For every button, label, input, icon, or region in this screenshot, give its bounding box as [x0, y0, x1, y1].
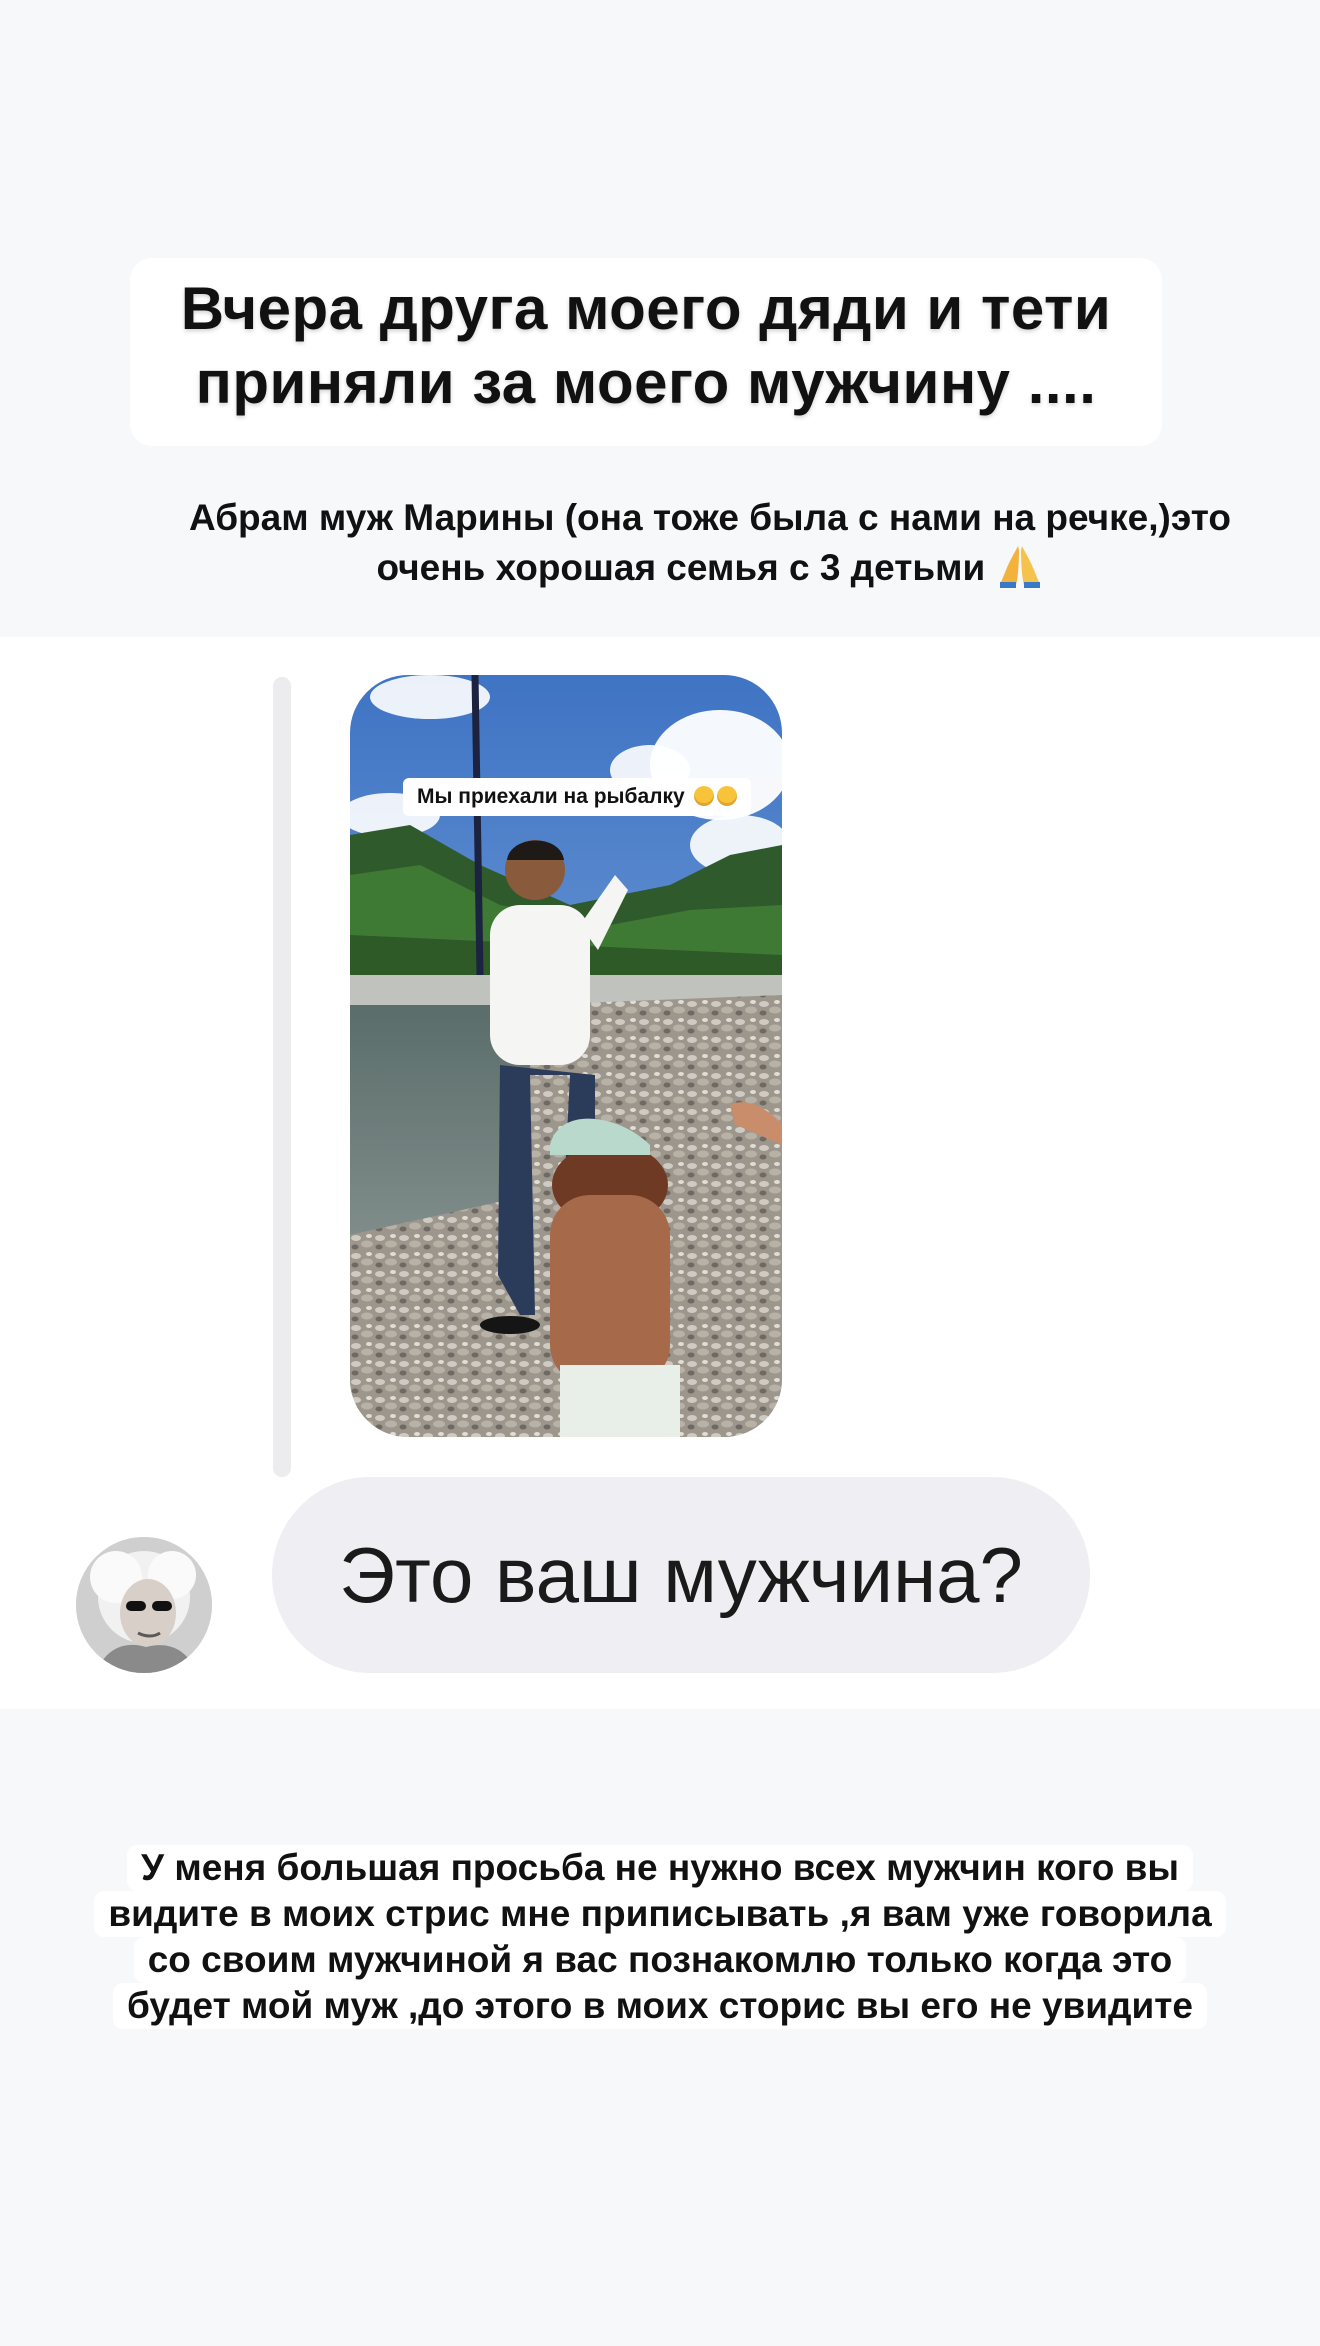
reply-indicator-bar — [273, 677, 291, 1477]
story-preview[interactable]: Мы приехали на рыбалку — [350, 675, 782, 1437]
laughing-emoji-icon — [693, 786, 714, 806]
message-bubble[interactable]: Это ваш мужчина? — [272, 1477, 1090, 1673]
avatar[interactable] — [76, 1537, 212, 1673]
bottom-caption-line-4: будет мой муж ,до этого в моих сторис вы… — [113, 1983, 1207, 2029]
caption: Абрам муж Марины (она тоже была с нами н… — [150, 494, 1270, 592]
headline: Вчера друга моего дяди и тети приняли за… — [130, 272, 1162, 420]
bottom-caption: У меня большая просьба не нужно всех муж… — [54, 1845, 1266, 2029]
story-page: Вчера друга моего дяди и тети приняли за… — [0, 0, 1320, 2346]
headline-line-1: Вчера друга моего дяди и тети — [180, 275, 1112, 342]
dm-screenshot: Мы приехали на рыбалку Это ваш мужчина? — [0, 637, 1320, 1709]
avatar-image — [76, 1537, 212, 1673]
message-text: Это ваш мужчина? — [339, 1531, 1023, 1619]
folded-hands-icon — [996, 542, 1044, 588]
laughing-emoji-icon — [716, 786, 737, 806]
story-sticker-text: Мы приехали на рыбалку — [417, 785, 685, 808]
caption-line-1: Абрам муж Марины (она тоже была с нами н… — [188, 497, 1232, 538]
bottom-caption-line-2: видите в моих стрис мне приписывать ,я в… — [94, 1891, 1226, 1937]
caption-line-2: очень хорошая семья с 3 детьми — [376, 547, 986, 588]
story-sticker: Мы приехали на рыбалку — [403, 778, 751, 816]
bottom-caption-line-1: У меня большая просьба не нужно всех муж… — [127, 1845, 1193, 1891]
headline-line-2: приняли за моего мужчину .... — [195, 349, 1097, 416]
bottom-caption-line-3: со своим мужчиной я вас познакомлю тольк… — [133, 1937, 1187, 1983]
